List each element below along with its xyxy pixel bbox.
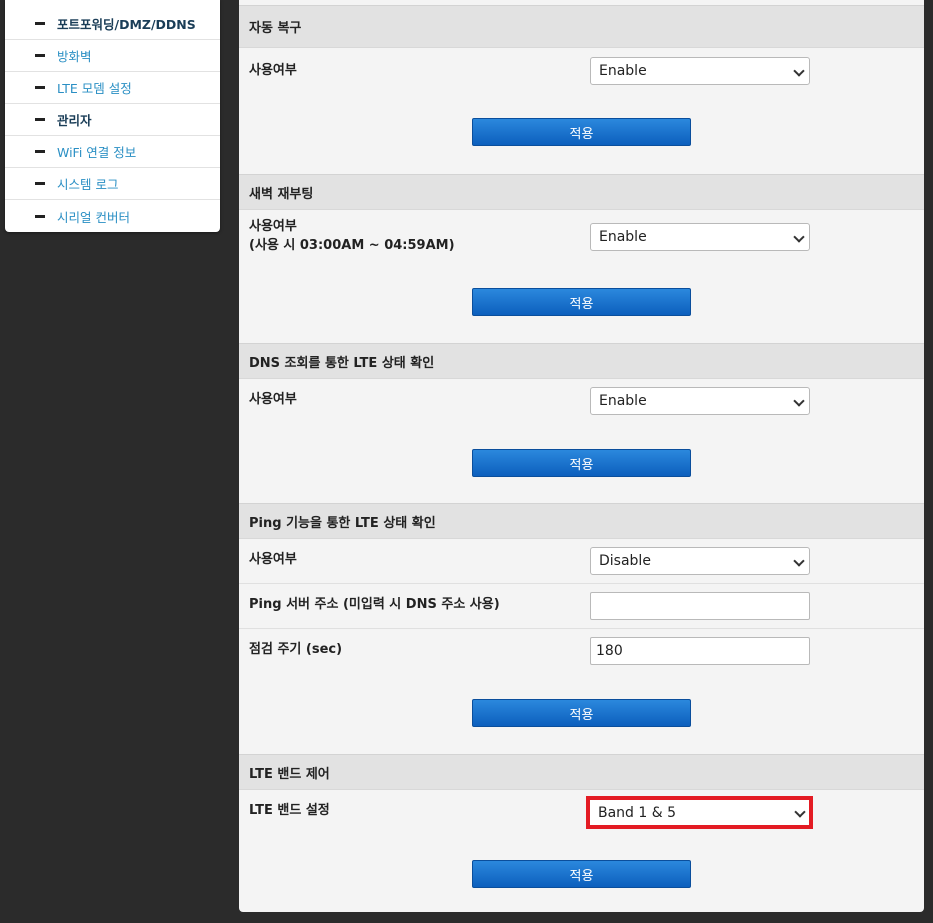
- auto-recovery-apply-area: 적용: [239, 103, 924, 174]
- sidebar-menu: 포트포워딩/DMZ/DDNS 방화벽 LTE 모뎀 설정 관리자 WiFi 연결…: [5, 0, 220, 232]
- ping-check-apply-area: 적용: [239, 674, 924, 754]
- lte-band-select[interactable]: Band 1 & 5: [586, 796, 813, 829]
- sidebar-item-system-log[interactable]: 시스템 로그: [5, 168, 220, 200]
- sidebar-item-port-forwarding[interactable]: 포트포워딩/DMZ/DDNS: [5, 8, 220, 40]
- dash-icon: [35, 118, 45, 121]
- dns-check-select[interactable]: Enable: [590, 387, 810, 415]
- dns-check-apply-area: 적용: [239, 437, 924, 503]
- section-title-ping-check: Ping 기능을 통한 LTE 상태 확인: [239, 503, 924, 539]
- field-label-note: (사용 시 03:00AM ~ 04:59AM): [249, 238, 455, 253]
- dash-icon: [35, 54, 45, 57]
- ping-check-use-row: 사용여부 Disable: [239, 539, 924, 584]
- field-label-text: 사용여부: [249, 219, 297, 234]
- dash-icon: [35, 214, 45, 218]
- ping-interval-input[interactable]: 180: [590, 637, 810, 665]
- field-label: 점검 주기 (sec): [249, 642, 343, 657]
- lte-band-row: LTE 밴드 설정 Band 1 & 5: [239, 790, 924, 852]
- sidebar-item-label: 방화벽: [57, 49, 92, 64]
- chevron-down-icon: [793, 555, 805, 567]
- field-label: 사용여부: [249, 63, 297, 78]
- auto-recovery-use-row: 사용여부 Enable: [239, 48, 924, 103]
- sidebar-item-label: 포트포워딩/DMZ/DDNS: [57, 17, 196, 32]
- field-label: 사용여부: [249, 552, 297, 567]
- chevron-down-icon: [793, 65, 805, 77]
- field-label: Ping 서버 주소 (미입력 시 DNS 주소 사용): [249, 597, 500, 612]
- ping-check-apply-button[interactable]: 적용: [472, 699, 691, 727]
- dawn-reboot-use-row: 사용여부 (사용 시 03:00AM ~ 04:59AM) Enable: [239, 210, 924, 272]
- section-title-dns-check: DNS 조회를 통한 LTE 상태 확인: [239, 343, 924, 379]
- select-value: Band 1 & 5: [598, 804, 677, 821]
- sidebar-item-serial-converter[interactable]: 시리얼 컨버터: [5, 200, 220, 232]
- sidebar-item-label: 시스템 로그: [57, 177, 119, 192]
- chevron-down-icon: [793, 395, 805, 407]
- dns-check-use-row: 사용여부 Enable: [239, 379, 924, 437]
- sidebar-item-admin[interactable]: 관리자: [5, 104, 220, 136]
- lte-band-apply-area: 적용: [239, 852, 924, 912]
- dawn-reboot-select[interactable]: Enable: [590, 223, 810, 251]
- settings-panel: 자동 복구 사용여부 Enable 적용 새벽 재부팅 사용여부 (사용 시 0…: [239, 0, 924, 912]
- sidebar-item-wifi-info[interactable]: WiFi 연결 정보: [5, 136, 220, 168]
- select-value: Enable: [599, 393, 647, 409]
- sidebar-item-label: WiFi 연결 정보: [57, 145, 137, 160]
- field-label: LTE 밴드 설정: [249, 803, 330, 818]
- select-value: Enable: [599, 229, 647, 245]
- ping-check-select[interactable]: Disable: [590, 547, 810, 575]
- dawn-reboot-apply-button[interactable]: 적용: [472, 288, 691, 316]
- dash-icon: [35, 150, 45, 153]
- ping-interval-row: 점검 주기 (sec) 180: [239, 629, 924, 674]
- auto-recovery-apply-button[interactable]: 적용: [472, 118, 691, 146]
- sidebar-item-firewall[interactable]: 방화벽: [5, 40, 220, 72]
- dash-icon: [35, 86, 45, 89]
- select-value: Enable: [599, 63, 647, 79]
- dawn-reboot-apply-area: 적용: [239, 272, 924, 343]
- chevron-down-icon: [793, 231, 805, 243]
- select-value: Disable: [599, 553, 651, 569]
- dash-icon: [35, 182, 45, 185]
- auto-recovery-select[interactable]: Enable: [590, 57, 810, 85]
- dns-check-apply-button[interactable]: 적용: [472, 449, 691, 477]
- dash-icon: [35, 22, 45, 25]
- lte-band-apply-button[interactable]: 적용: [472, 860, 691, 888]
- section-title-dawn-reboot: 새벽 재부팅: [239, 174, 924, 210]
- sidebar-item-lte-modem[interactable]: LTE 모뎀 설정: [5, 72, 220, 104]
- sidebar-item-label: LTE 모뎀 설정: [57, 81, 132, 96]
- sidebar-item-label: 시리얼 컨버터: [57, 209, 130, 225]
- ping-server-input[interactable]: [590, 592, 810, 620]
- ping-server-row: Ping 서버 주소 (미입력 시 DNS 주소 사용): [239, 584, 924, 629]
- field-label: 사용여부 (사용 시 03:00AM ~ 04:59AM): [249, 217, 455, 255]
- sidebar-item-label: 관리자: [57, 113, 92, 128]
- section-title-lte-band: LTE 밴드 제어: [239, 754, 924, 790]
- chevron-down-icon: [794, 806, 806, 818]
- field-label: 사용여부: [249, 392, 297, 407]
- section-title-auto-recovery: 자동 복구: [239, 5, 924, 48]
